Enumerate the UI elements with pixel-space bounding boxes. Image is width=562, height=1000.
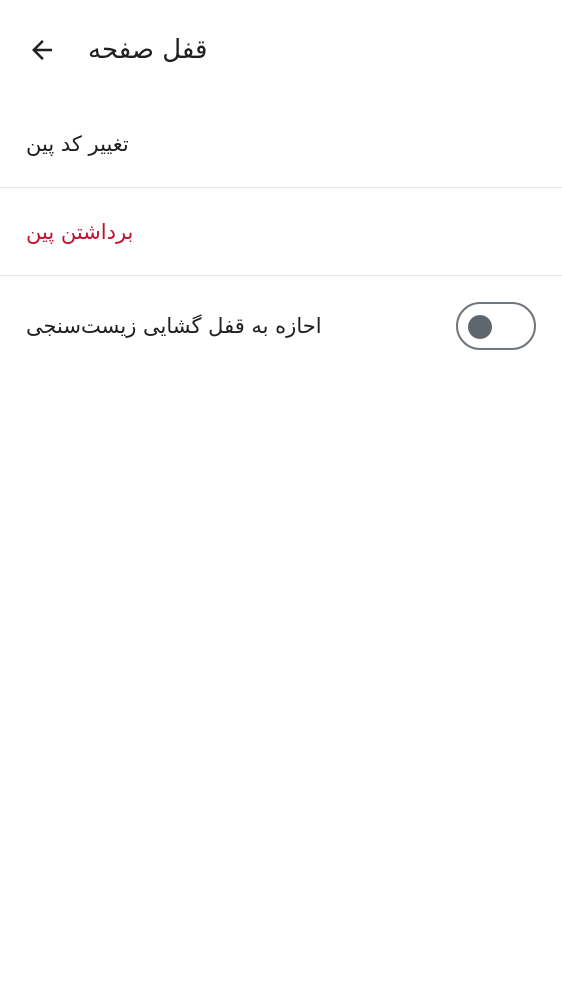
arrow-left-icon (32, 40, 52, 60)
toggle-thumb (468, 315, 492, 339)
biometric-unlock-label: احازه به قفل گشایی زیست‌سنجی (26, 314, 322, 338)
page-title: قفل صفحه (88, 35, 208, 65)
biometric-unlock-toggle[interactable] (456, 302, 536, 350)
change-pin-item[interactable]: تغییر کد پین (0, 100, 562, 188)
remove-pin-item[interactable]: برداشتن پین (0, 188, 562, 276)
top-app-bar: قفل صفحه (0, 0, 562, 96)
remove-pin-label: برداشتن پین (26, 220, 134, 244)
settings-list: تغییر کد پین برداشتن پین احازه به قفل گش… (0, 100, 562, 376)
back-button[interactable] (20, 28, 64, 72)
biometric-unlock-item[interactable]: احازه به قفل گشایی زیست‌سنجی (0, 276, 562, 376)
change-pin-label: تغییر کد پین (26, 132, 129, 156)
page-lock-screen: قفل صفحه تغییر کد پین برداشتن پین احازه … (0, 0, 562, 1000)
